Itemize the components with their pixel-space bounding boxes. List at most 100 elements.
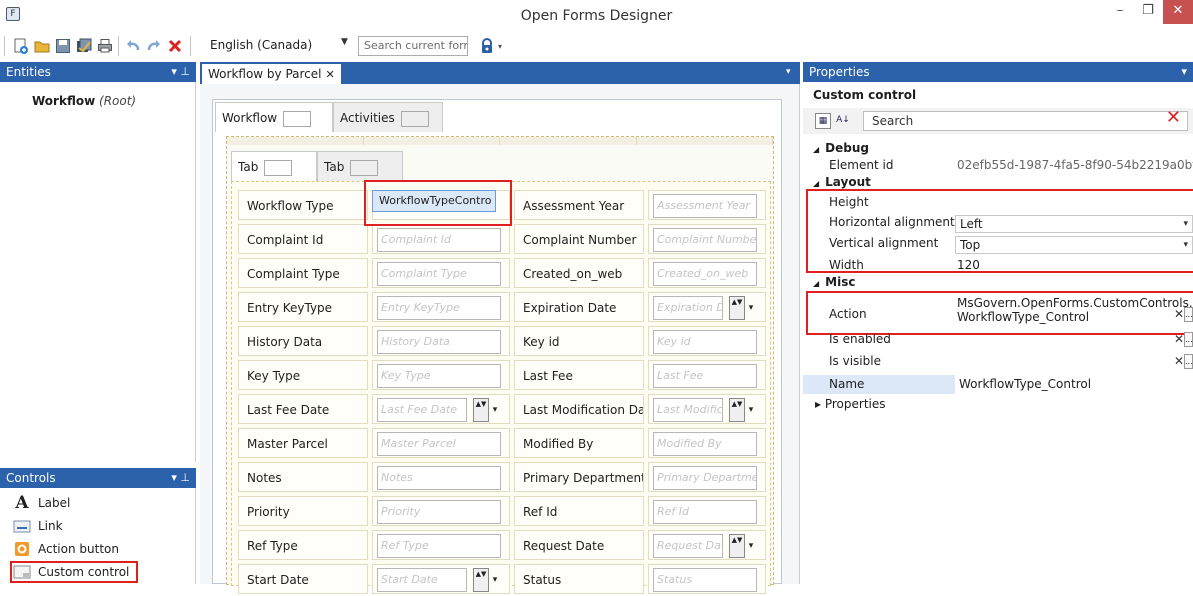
chevron-down-icon[interactable]: ▼ — [341, 37, 348, 47]
field-input[interactable]: Ref Id — [653, 500, 757, 524]
chevron-down-icon[interactable]: ▾ — [489, 568, 501, 592]
field-label: Assessment Year — [523, 199, 625, 213]
property-properties-group[interactable]: ▸ Properties — [803, 396, 1193, 413]
field-input[interactable]: Ref Type — [377, 534, 501, 558]
spinner-arrows-icon[interactable]: ▲▼ — [473, 398, 489, 422]
property-element-id[interactable]: Element id 02efb55d-1987-4fa5-8f90-54b22… — [803, 157, 1193, 174]
chevron-down-icon[interactable]: ▾ — [745, 534, 757, 558]
document-menu-icon[interactable]: ▾ — [786, 67, 791, 77]
field-input[interactable]: Last Fee Date — [377, 398, 467, 422]
property-name-row[interactable]: Name WorkflowType_Control — [803, 375, 1193, 394]
spinner-arrows-icon[interactable]: ▲▼ — [729, 534, 745, 558]
field-input[interactable]: History Data — [377, 330, 501, 354]
save-all-icon[interactable] — [75, 37, 92, 54]
field-input[interactable]: Start Date — [377, 568, 467, 592]
field-input[interactable]: Complaint Id — [377, 228, 501, 252]
expand-icon[interactable]: ▸ Properties — [815, 396, 886, 413]
collapse-icon[interactable]: ◢ — [813, 279, 819, 288]
maximize-button[interactable]: ❐ — [1133, 0, 1163, 24]
inner-tab-2[interactable]: Tab — [317, 151, 403, 181]
alphabetical-sort-icon[interactable]: A↓ — [835, 113, 851, 129]
field-input[interactable]: Master Parcel — [377, 432, 501, 456]
workflow-type-custom-control[interactable]: WorkflowTypeContro — [364, 180, 512, 226]
form-label-cell: Expiration Date — [514, 292, 644, 322]
pin-icon[interactable]: ▾ ⊥ — [171, 62, 190, 82]
lock-icon[interactable] — [478, 37, 495, 54]
form-label-cell: Complaint Id — [238, 224, 368, 254]
field-input[interactable]: Entry KeyType — [377, 296, 501, 320]
field-input[interactable]: Primary Department — [653, 466, 757, 490]
tab-activities[interactable]: Activities — [333, 102, 443, 132]
control-custom-control[interactable]: Custom control — [10, 561, 138, 583]
property-is-enabled[interactable]: Is enabled ✕ ... — [803, 331, 1193, 348]
language-select[interactable]: English (Canada) — [206, 36, 356, 56]
form-input-cell: Notes — [372, 462, 510, 492]
spinner-arrows-icon[interactable]: ▲▼ — [729, 398, 745, 422]
delete-icon[interactable] — [166, 37, 183, 54]
new-form-icon[interactable] — [12, 37, 29, 54]
control-action-button[interactable]: Action button — [12, 538, 192, 560]
tab-workflow[interactable]: Workflow — [215, 102, 333, 132]
field-input[interactable]: Key Type — [377, 364, 501, 388]
form-input-cell: Complaint Type — [372, 258, 510, 288]
control-link[interactable]: Link — [12, 515, 192, 537]
search-current-form-input[interactable]: Search current form — [358, 36, 468, 56]
property-is-visible[interactable]: Is visible ✕ ... — [803, 353, 1193, 370]
chevron-down-icon[interactable]: ▾ — [489, 398, 501, 422]
date-spinner[interactable]: ▲▼ ▾ — [729, 296, 759, 320]
control-label[interactable]: A Label — [12, 492, 192, 514]
field-input[interactable]: Request Date — [653, 534, 723, 558]
chevron-down-icon[interactable]: ▾ — [745, 296, 757, 320]
date-spinner[interactable]: ▲▼ ▾ — [473, 568, 503, 592]
form-input-cell: Start Date ▲▼ ▾ — [372, 564, 510, 594]
field-input[interactable]: Expiration Date — [653, 296, 723, 320]
field-input[interactable]: Status — [653, 568, 757, 592]
spinner-arrows-icon[interactable]: ▲▼ — [473, 568, 489, 592]
pin-icon[interactable]: ▾ ⊥ — [171, 468, 190, 488]
minimize-button[interactable]: – — [1105, 0, 1135, 24]
tab-workflow-by-parcel[interactable]: Workflow by Parcel ✕ — [202, 64, 341, 84]
open-folder-icon[interactable] — [33, 37, 50, 54]
date-spinner[interactable]: ▲▼ ▾ — [729, 534, 759, 558]
clear-search-icon[interactable]: ✕ — [1166, 109, 1181, 127]
property-value[interactable]: WorkflowType_Control — [955, 375, 1193, 394]
category-debug[interactable]: ◢ Debug — [803, 140, 1193, 157]
field-input[interactable]: Complaint Number — [653, 228, 757, 252]
chevron-down-icon[interactable]: ▾ — [745, 398, 757, 422]
collapse-icon[interactable]: ◢ — [813, 145, 819, 154]
field-input[interactable]: Key id — [653, 330, 757, 354]
field-input[interactable]: Complaint Type — [377, 262, 501, 286]
toolbar-overflow-icon[interactable]: ▾ — [498, 42, 502, 51]
field-input[interactable]: Modified By — [653, 432, 757, 456]
browse-button[interactable]: ... — [1184, 332, 1193, 347]
close-tab-icon[interactable]: ✕ — [325, 68, 334, 81]
date-spinner[interactable]: ▲▼ ▾ — [473, 398, 503, 422]
properties-title: Properties — [809, 65, 870, 79]
save-icon[interactable] — [54, 37, 71, 54]
field-input[interactable]: Priority — [377, 500, 501, 524]
entity-root-node[interactable]: Workflow (Root) — [32, 94, 136, 108]
workflow-type-control-field[interactable]: WorkflowTypeContro — [372, 190, 496, 212]
spinner-arrows-icon[interactable]: ▲▼ — [729, 296, 745, 320]
undo-icon[interactable] — [124, 37, 141, 54]
date-spinner[interactable]: ▲▼ ▾ — [729, 398, 759, 422]
categorized-view-icon[interactable]: ▦ — [815, 113, 831, 129]
print-icon[interactable] — [96, 37, 113, 54]
clear-icon[interactable]: ✕ — [1174, 353, 1184, 370]
collapse-icon[interactable]: ◢ — [813, 179, 819, 188]
controls-panel-header: Controls ▾ ⊥ — [0, 468, 196, 488]
clear-icon[interactable]: ✕ — [1174, 331, 1184, 348]
field-input[interactable]: Created_on_web — [653, 262, 757, 286]
field-input[interactable]: Assessment Year — [653, 194, 757, 218]
close-window-button[interactable]: ✕ — [1163, 0, 1193, 24]
pin-icon[interactable]: ▾ — [1181, 62, 1187, 82]
field-input[interactable]: Last Modification Date — [653, 398, 723, 422]
category-misc[interactable]: ◢ Misc — [803, 274, 1193, 291]
properties-search-input[interactable]: Search ✕ — [863, 109, 1188, 131]
browse-button[interactable]: ... — [1184, 354, 1193, 369]
field-input[interactable]: Last Fee — [653, 364, 757, 388]
field-input[interactable]: Notes — [377, 466, 501, 490]
inner-tab-1[interactable]: Tab — [231, 151, 317, 181]
redo-icon[interactable] — [145, 37, 162, 54]
form-frame: Workflow Activities Tab Tab Workflow Typ… — [212, 99, 782, 594]
